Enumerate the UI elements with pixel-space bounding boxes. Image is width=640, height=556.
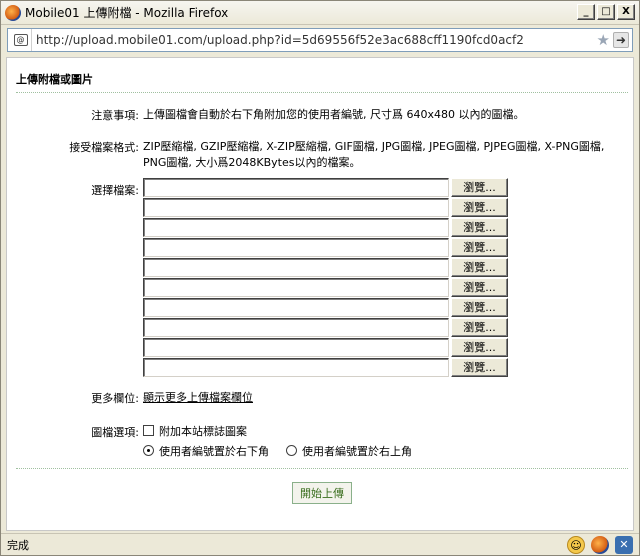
browse-button[interactable]: 瀏覽...	[451, 258, 508, 277]
window-controls: _ □ X	[577, 4, 635, 20]
browse-button[interactable]: 瀏覽...	[451, 198, 508, 217]
smiley-icon[interactable]: ☺	[567, 536, 585, 554]
address-bar[interactable]: @ http://upload.mobile01.com/upload.php?…	[7, 28, 633, 52]
more-fields-container: 顯示更多上傳檔案欄位	[143, 390, 253, 406]
browse-button[interactable]: 瀏覽...	[451, 358, 508, 377]
firefox-status-icon[interactable]	[591, 536, 609, 554]
file-path-input[interactable]	[143, 358, 449, 377]
position-bottom-right-radio[interactable]	[143, 445, 154, 456]
close-button[interactable]: X	[617, 4, 635, 20]
notice-text: 上傳圖檔會自動於右下角附加您的使用者編號, 尺寸爲 640x480 以內的圖檔。	[143, 108, 525, 121]
window-title: Mobile01 上傳附檔 - Mozilla Firefox	[25, 6, 229, 20]
file-path-input[interactable]	[143, 318, 449, 337]
page-title: 上傳附檔或圖片	[16, 73, 93, 86]
file-row: 瀏覽...	[143, 338, 508, 357]
file-row: 瀏覽...	[143, 198, 508, 217]
url-text[interactable]: http://upload.mobile01.com/upload.php?id…	[36, 33, 524, 47]
file-row: 瀏覽...	[143, 318, 508, 337]
watermark-label: 附加本站標誌圖案	[159, 425, 247, 438]
choose-file-label: 選擇檔案:	[91, 184, 139, 197]
file-path-input[interactable]	[143, 338, 449, 357]
form-divider	[16, 468, 628, 469]
position-top-right-label: 使用者編號置於右上角	[302, 445, 412, 458]
title-divider	[16, 92, 628, 93]
file-path-input[interactable]	[143, 238, 449, 257]
file-row: 瀏覽...	[143, 238, 508, 257]
file-row: 瀏覽...	[143, 178, 508, 197]
title-bar[interactable]: Mobile01 上傳附檔 - Mozilla Firefox _ □ X	[1, 1, 639, 25]
status-bar: 完成 ☺ ✕	[1, 533, 639, 555]
browse-button[interactable]: 瀏覽...	[451, 298, 508, 317]
file-path-input[interactable]	[143, 218, 449, 237]
status-icons: ☺ ✕	[567, 536, 633, 554]
browse-button[interactable]: 瀏覽...	[451, 178, 508, 197]
file-row: 瀏覽...	[143, 278, 508, 297]
file-row: 瀏覽...	[143, 258, 508, 277]
bookmark-star-icon[interactable]: ★	[597, 31, 610, 49]
file-row: 瀏覽...	[143, 358, 508, 377]
browse-button[interactable]: 瀏覽...	[451, 318, 508, 337]
file-path-input[interactable]	[143, 298, 449, 317]
file-row: 瀏覽...	[143, 298, 508, 317]
status-text: 完成	[7, 538, 29, 552]
browse-button[interactable]: 瀏覽...	[451, 218, 508, 237]
file-row: 瀏覽...	[143, 218, 508, 237]
site-identity-icon[interactable]: @	[10, 29, 32, 51]
watermark-option[interactable]: 附加本站標誌圖案	[143, 424, 247, 440]
browse-button[interactable]: 瀏覽...	[451, 338, 508, 357]
addon-tool-icon[interactable]: ✕	[615, 536, 633, 554]
firefox-icon	[5, 4, 21, 21]
browse-button[interactable]: 瀏覽...	[451, 238, 508, 257]
show-more-fields-link[interactable]: 顯示更多上傳檔案欄位	[143, 391, 253, 404]
watermark-checkbox[interactable]	[143, 425, 154, 436]
file-path-input[interactable]	[143, 178, 449, 197]
more-fields-label: 更多欄位:	[91, 392, 139, 405]
browser-window: Mobile01 上傳附檔 - Mozilla Firefox _ □ X @ …	[0, 0, 640, 556]
minimize-button[interactable]: _	[577, 4, 595, 20]
position-bottom-right-label: 使用者編號置於右下角	[159, 445, 269, 458]
position-options: 使用者編號置於右下角 使用者編號置於右上角	[143, 444, 412, 460]
image-options-label: 圖檔選項:	[91, 426, 139, 439]
formats-text: ZIP壓縮檔, GZIP壓縮檔, X-ZIP壓縮檔, GIF圖檔, JPG圖檔,…	[143, 140, 605, 169]
file-path-input[interactable]	[143, 278, 449, 297]
file-path-input[interactable]	[143, 258, 449, 277]
start-upload-button[interactable]: 開始上傳	[292, 482, 352, 504]
go-arrow-icon[interactable]: ➜	[613, 32, 629, 48]
maximize-button[interactable]: □	[597, 4, 615, 20]
page-content: 上傳附檔或圖片 注意事項: 上傳圖檔會自動於右下角附加您的使用者編號, 尺寸爲 …	[6, 57, 634, 531]
notice-label: 注意事項:	[91, 109, 139, 122]
browse-button[interactable]: 瀏覽...	[451, 278, 508, 297]
position-top-right-radio[interactable]	[286, 445, 297, 456]
formats-label: 接受檔案格式:	[69, 141, 139, 154]
file-path-input[interactable]	[143, 198, 449, 217]
